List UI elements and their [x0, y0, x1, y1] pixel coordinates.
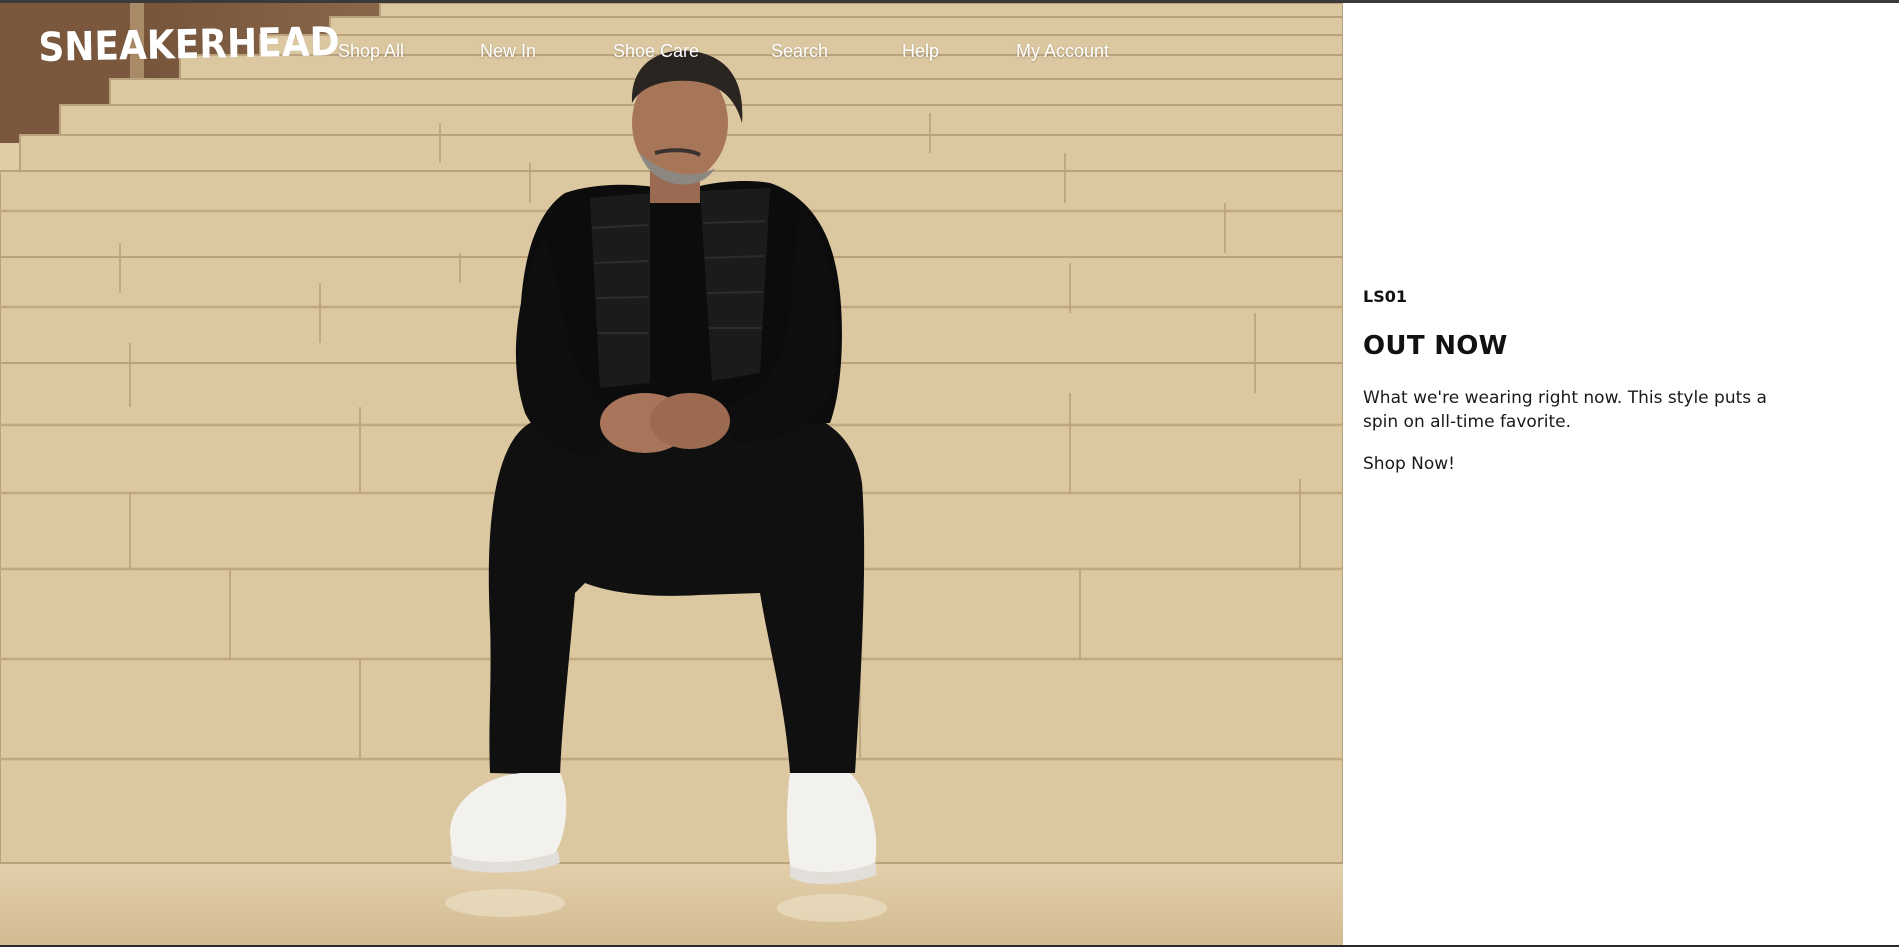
nav-item-help[interactable]: Help	[902, 41, 939, 62]
promo-panel: LS01 OUT NOW What we're wearing right no…	[1343, 3, 1899, 945]
product-code: LS01	[1363, 287, 1407, 306]
promo-description: What we're wearing right now. This style…	[1363, 388, 1767, 432]
nav-item-shoe-care[interactable]: Shoe Care	[613, 41, 699, 62]
window-top-border	[0, 0, 1899, 3]
nav-item-my-account[interactable]: My Account	[1016, 41, 1109, 62]
nav-item-search[interactable]: Search	[771, 41, 828, 62]
shop-now-link[interactable]: Shop Now!	[1363, 454, 1455, 474]
nav-item-shop-all[interactable]: Shop All	[338, 41, 404, 62]
nav-item-new-in[interactable]: New In	[480, 41, 536, 62]
page: SNEAKERHEAD Shop All New In Shoe Care Se…	[0, 0, 1899, 947]
brand-logo[interactable]: SNEAKERHEAD	[38, 19, 340, 71]
hero-image	[0, 3, 1343, 945]
promo-headline: OUT NOW	[1363, 331, 1508, 361]
site-header: SNEAKERHEAD Shop All New In Shoe Care Se…	[0, 3, 1343, 98]
